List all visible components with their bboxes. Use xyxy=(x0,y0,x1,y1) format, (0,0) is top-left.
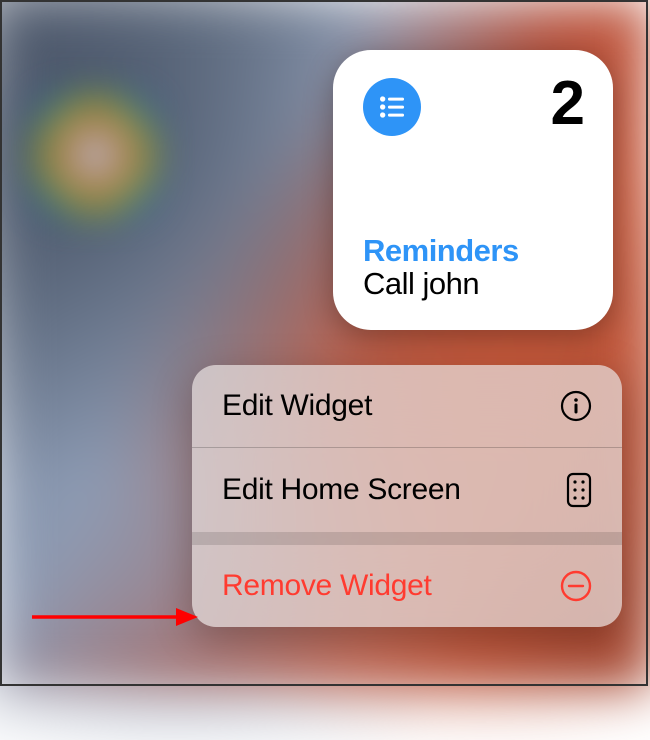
widget-context-menu: Edit Widget Edit Home Screen xyxy=(192,365,622,627)
list-icon xyxy=(363,78,421,136)
blurred-app-icon xyxy=(35,95,155,215)
edit-home-screen-button[interactable]: Edit Home Screen xyxy=(192,448,622,532)
edit-widget-button[interactable]: Edit Widget xyxy=(192,365,622,447)
home-grid-icon xyxy=(566,472,592,508)
menu-item-label: Remove Widget xyxy=(222,569,432,603)
widget-first-reminder: Call john xyxy=(363,266,519,302)
info-icon xyxy=(560,390,592,422)
menu-item-label: Edit Home Screen xyxy=(222,473,461,507)
reminder-count: 2 xyxy=(551,78,583,131)
menu-divider-thick xyxy=(192,532,622,545)
minus-circle-icon xyxy=(560,570,592,602)
reminders-widget[interactable]: 2 Reminders Call john xyxy=(333,50,613,330)
widget-app-title: Reminders xyxy=(363,233,519,269)
remove-widget-button[interactable]: Remove Widget xyxy=(192,545,622,627)
menu-item-label: Edit Widget xyxy=(222,389,372,423)
